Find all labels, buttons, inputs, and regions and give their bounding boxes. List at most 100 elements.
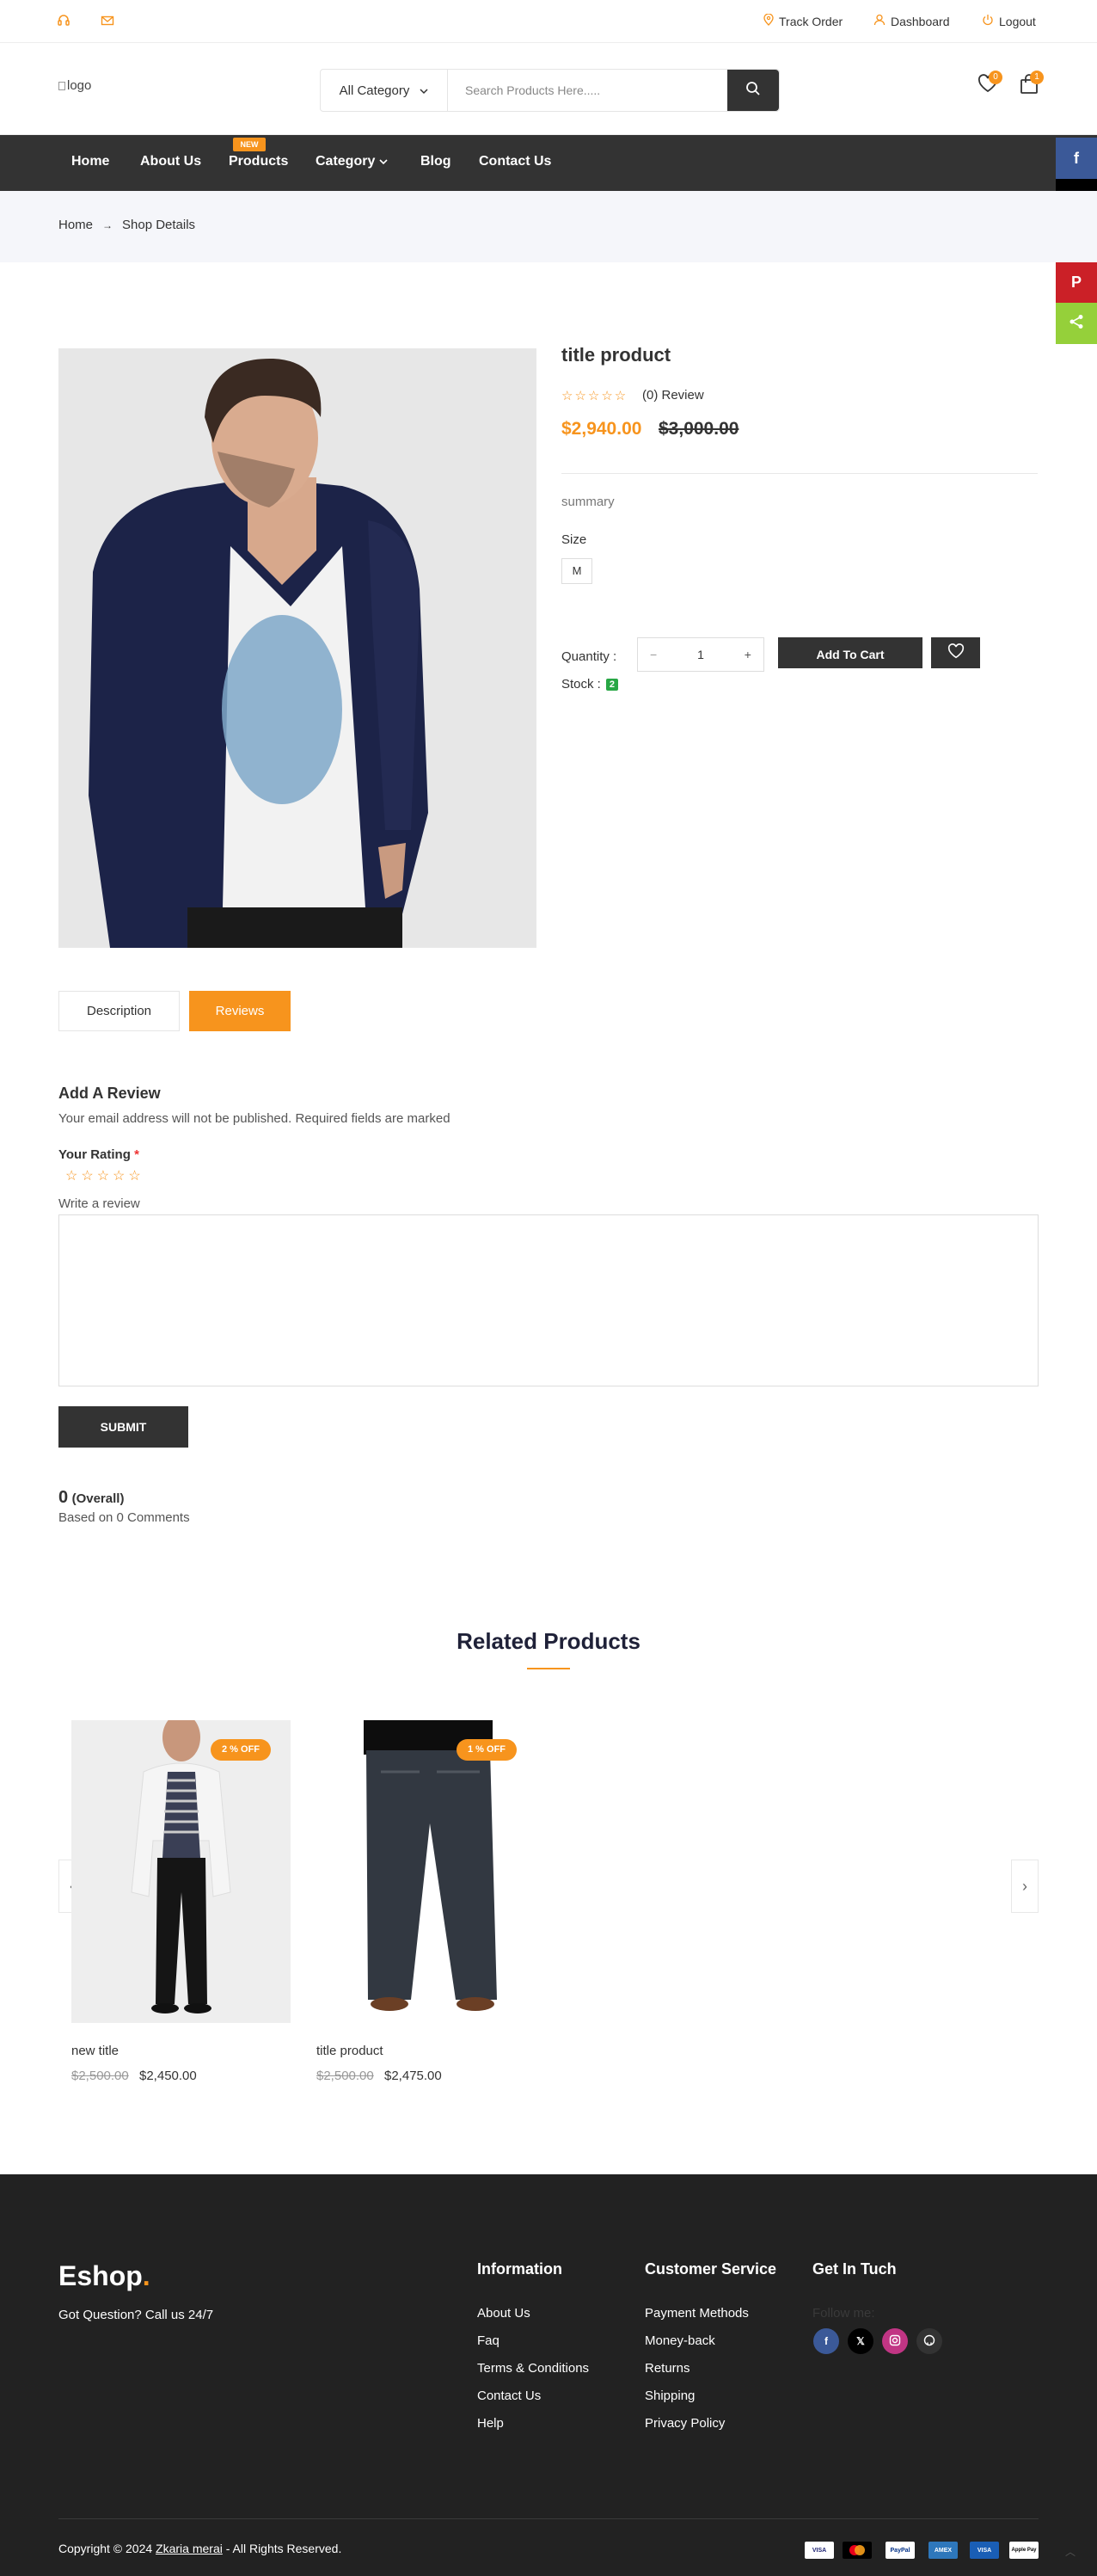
footer-logo[interactable]: Eshop. <box>58 2260 150 2292</box>
stock-label: Stock : <box>561 677 601 692</box>
mastercard-icon <box>843 2542 872 2559</box>
footer-service-title: Customer Service <box>645 2260 777 2278</box>
nav-category-label: Category <box>316 154 376 169</box>
nav-contact-us[interactable]: Contact Us <box>479 154 551 169</box>
minus-button[interactable]: − <box>650 648 657 661</box>
stock-info: Stock : 2 <box>561 677 618 692</box>
share-more-button[interactable] <box>1056 303 1097 344</box>
footer-link-help[interactable]: Help <box>477 2416 504 2431</box>
review-textarea[interactable] <box>58 1214 1039 1386</box>
footer-link-faq[interactable]: Faq <box>477 2333 499 2348</box>
logo-alt-text: logo <box>67 78 92 93</box>
product-old-price: $3,000.00 <box>659 419 739 439</box>
copyright: Copyright © 2024 Zkaria merai - All Righ… <box>58 2542 341 2555</box>
facebook-social-link[interactable]: f <box>813 2328 839 2354</box>
related-product-image-1[interactable] <box>71 1720 291 2023</box>
arrow-right-icon: → <box>102 219 113 231</box>
footer-contact-title: Get In Tuch <box>812 2260 897 2278</box>
category-select[interactable]: All Category <box>321 70 448 111</box>
copyright-author-link[interactable]: Zkaria merai <box>156 2542 223 2555</box>
pinterest-icon: P <box>1070 273 1082 291</box>
plus-button[interactable]: + <box>745 648 751 661</box>
product-price: $2,940.00 <box>561 419 642 439</box>
related-product-price: $2,475.00 <box>384 2069 442 2083</box>
headset-icon[interactable] <box>57 14 70 31</box>
follow-label: Follow me: <box>812 2306 875 2321</box>
required-mark: * <box>134 1147 139 1162</box>
submit-review-button[interactable]: SUBMIT <box>58 1406 188 1448</box>
add-to-cart-button[interactable]: Add To Cart <box>778 637 922 668</box>
footer-logo-dot: . <box>142 2260 150 2291</box>
paypal-icon: PayPal <box>886 2542 915 2559</box>
tab-description[interactable]: Description <box>58 991 180 1031</box>
dashboard-link[interactable]: Dashboard <box>873 14 950 28</box>
related-product-name[interactable]: new title <box>71 2044 119 2058</box>
based-on-comments: Based on 0 Comments <box>58 1510 190 1525</box>
nav-products[interactable]: Products <box>229 154 288 169</box>
nav-about-us[interactable]: About Us <box>140 154 201 169</box>
github-social-link[interactable] <box>916 2328 942 2354</box>
footer-link-shipping[interactable]: Shipping <box>645 2388 695 2403</box>
nav-category[interactable]: Category <box>316 154 388 169</box>
dashboard-label: Dashboard <box>891 14 950 28</box>
shopping-bag-icon <box>1020 74 1039 98</box>
instagram-social-link[interactable] <box>882 2328 908 2354</box>
wishlist-count-badge: 0 <box>989 71 1002 84</box>
tab-reviews[interactable]: Reviews <box>189 991 291 1031</box>
related-products-title: Related Products <box>457 1628 640 1654</box>
search-button[interactable] <box>727 70 779 111</box>
heart-icon <box>947 642 965 663</box>
footer-link-contact-us[interactable]: Contact Us <box>477 2388 541 2403</box>
related-product-name[interactable]: title product <box>316 2044 383 2058</box>
overall-label: (Overall) <box>71 1491 125 1506</box>
footer-link-about-us[interactable]: About Us <box>477 2306 530 2321</box>
mail-icon[interactable] <box>101 14 114 31</box>
product-image[interactable] <box>58 348 536 948</box>
amex-icon: AMEX <box>928 2542 958 2559</box>
review-form-note: Your email address will not be published… <box>58 1111 450 1126</box>
logout-link[interactable]: Logout <box>982 14 1036 28</box>
quantity-value[interactable]: 1 <box>697 648 704 661</box>
x-social-link[interactable]: 𝕏 <box>848 2328 873 2354</box>
footer-link-privacy-policy[interactable]: Privacy Policy <box>645 2416 725 2431</box>
size-option-m[interactable]: M <box>561 558 592 584</box>
footer-link-terms[interactable]: Terms & Conditions <box>477 2361 589 2376</box>
scroll-top-button[interactable]: ︿ <box>1065 2544 1076 2559</box>
user-icon <box>873 14 886 28</box>
related-product-image-2[interactable] <box>316 1720 536 2023</box>
nav-home[interactable]: Home <box>71 154 109 169</box>
share-pinterest-button[interactable]: P <box>1056 261 1097 303</box>
breadcrumb-home[interactable]: Home <box>58 218 93 232</box>
search-input[interactable]: Search Products Here..... <box>448 70 727 111</box>
overall-rating: 0 (Overall) <box>58 1488 124 1508</box>
add-to-wishlist-button[interactable] <box>931 637 980 668</box>
chevron-down-icon <box>379 154 388 169</box>
related-product-old-price: $2,500.00 <box>71 2069 129 2083</box>
share-icon <box>1069 314 1084 334</box>
rating-label-text: Your Rating <box>58 1147 131 1162</box>
size-label: Size <box>561 532 587 547</box>
product-title: title product <box>561 344 671 366</box>
rating-label: Your Rating * <box>58 1147 139 1162</box>
footer-link-payment-methods[interactable]: Payment Methods <box>645 2306 749 2321</box>
footer-link-returns[interactable]: Returns <box>645 2361 690 2376</box>
footer-link-money-back[interactable]: Money-back <box>645 2333 715 2348</box>
title-underline <box>527 1668 570 1669</box>
track-order-link[interactable]: Track Order <box>763 13 843 28</box>
search-icon <box>745 81 761 101</box>
discount-badge: 1 % OFF <box>457 1739 518 1761</box>
chevron-up-icon: ︿ <box>1065 2546 1076 2558</box>
logo[interactable]: logo <box>58 78 91 93</box>
review-count[interactable]: (0) Review <box>642 388 704 403</box>
divider <box>561 473 1038 474</box>
broken-image-icon <box>58 82 65 91</box>
quantity-label: Quantity : <box>561 649 617 664</box>
rating-input-stars[interactable]: ☆☆☆☆☆ <box>65 1167 144 1184</box>
quantity-stepper: − 1 + <box>637 637 764 672</box>
x-icon: 𝕏 <box>856 2335 865 2347</box>
footer-information-title: Information <box>477 2260 562 2278</box>
track-order-label: Track Order <box>779 14 843 28</box>
share-facebook-button[interactable]: f <box>1056 138 1097 179</box>
carousel-next-button[interactable]: › <box>1011 1860 1039 1913</box>
nav-blog[interactable]: Blog <box>420 154 451 169</box>
